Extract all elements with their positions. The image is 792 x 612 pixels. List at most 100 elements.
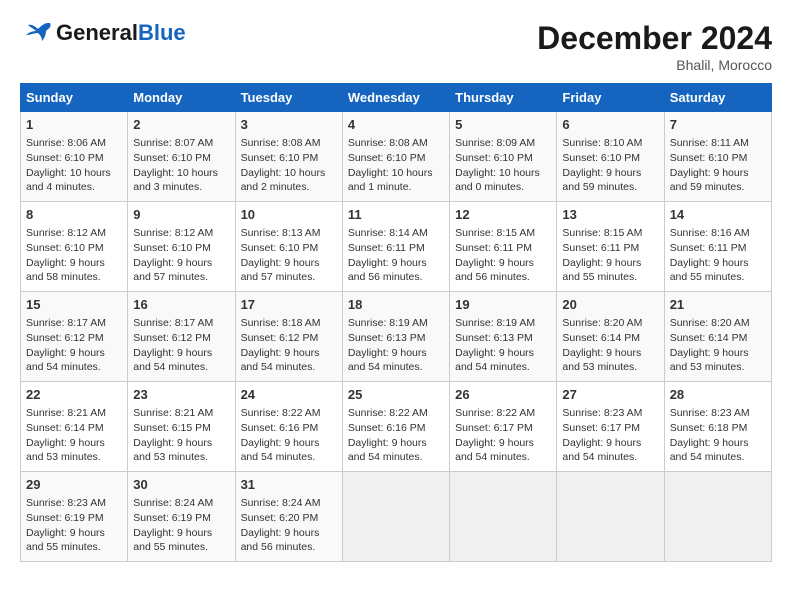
day-number: 27 (562, 386, 658, 404)
sunrise-text: Sunrise: 8:17 AM (26, 317, 106, 329)
table-row: 21Sunrise: 8:20 AMSunset: 6:14 PMDayligh… (664, 292, 771, 382)
sunrise-text: Sunrise: 8:13 AM (241, 227, 321, 239)
sunrise-text: Sunrise: 8:20 AM (562, 317, 642, 329)
day-number: 5 (455, 116, 551, 134)
sunset-text: Sunset: 6:13 PM (348, 332, 426, 344)
table-row: 3Sunrise: 8:08 AMSunset: 6:10 PMDaylight… (235, 112, 342, 202)
sunrise-text: Sunrise: 8:18 AM (241, 317, 321, 329)
day-number: 8 (26, 206, 122, 224)
title-section: December 2024 Bhalil, Morocco (537, 20, 772, 73)
table-row: 23Sunrise: 8:21 AMSunset: 6:15 PMDayligh… (128, 382, 235, 472)
table-row: 6Sunrise: 8:10 AMSunset: 6:10 PMDaylight… (557, 112, 664, 202)
sunset-text: Sunset: 6:10 PM (26, 242, 104, 254)
sunset-text: Sunset: 6:12 PM (133, 332, 211, 344)
sunset-text: Sunset: 6:10 PM (241, 242, 319, 254)
table-row: 20Sunrise: 8:20 AMSunset: 6:14 PMDayligh… (557, 292, 664, 382)
table-row (450, 472, 557, 562)
calendar-row: 22Sunrise: 8:21 AMSunset: 6:14 PMDayligh… (21, 382, 772, 472)
day-number: 4 (348, 116, 444, 134)
day-number: 10 (241, 206, 337, 224)
sunset-text: Sunset: 6:10 PM (455, 152, 533, 164)
sunrise-text: Sunrise: 8:10 AM (562, 137, 642, 149)
col-thursday: Thursday (450, 84, 557, 112)
day-number: 19 (455, 296, 551, 314)
daylight-text: Daylight: 9 hours and 54 minutes. (455, 437, 534, 464)
table-row (664, 472, 771, 562)
daylight-text: Daylight: 9 hours and 54 minutes. (133, 347, 212, 374)
sunset-text: Sunset: 6:15 PM (133, 422, 211, 434)
sunset-text: Sunset: 6:20 PM (241, 512, 319, 524)
day-number: 3 (241, 116, 337, 134)
daylight-text: Daylight: 9 hours and 55 minutes. (26, 527, 105, 554)
sunrise-text: Sunrise: 8:15 AM (562, 227, 642, 239)
daylight-text: Daylight: 9 hours and 53 minutes. (133, 437, 212, 464)
day-number: 30 (133, 476, 229, 494)
sunrise-text: Sunrise: 8:21 AM (26, 407, 106, 419)
table-row: 24Sunrise: 8:22 AMSunset: 6:16 PMDayligh… (235, 382, 342, 472)
sunset-text: Sunset: 6:16 PM (241, 422, 319, 434)
table-row: 2Sunrise: 8:07 AMSunset: 6:10 PMDaylight… (128, 112, 235, 202)
daylight-text: Daylight: 9 hours and 59 minutes. (670, 167, 749, 194)
day-number: 12 (455, 206, 551, 224)
day-number: 21 (670, 296, 766, 314)
sunrise-text: Sunrise: 8:23 AM (26, 497, 106, 509)
month-title: December 2024 (537, 20, 772, 57)
table-row: 1Sunrise: 8:06 AMSunset: 6:10 PMDaylight… (21, 112, 128, 202)
daylight-text: Daylight: 9 hours and 58 minutes. (26, 257, 105, 284)
daylight-text: Daylight: 9 hours and 54 minutes. (562, 437, 641, 464)
day-number: 17 (241, 296, 337, 314)
day-number: 20 (562, 296, 658, 314)
table-row: 28Sunrise: 8:23 AMSunset: 6:18 PMDayligh… (664, 382, 771, 472)
table-row: 30Sunrise: 8:24 AMSunset: 6:19 PMDayligh… (128, 472, 235, 562)
daylight-text: Daylight: 10 hours and 4 minutes. (26, 167, 111, 194)
sunset-text: Sunset: 6:11 PM (348, 242, 425, 254)
logo: GeneralBlue (20, 20, 186, 46)
col-monday: Monday (128, 84, 235, 112)
sunrise-text: Sunrise: 8:07 AM (133, 137, 213, 149)
day-number: 1 (26, 116, 122, 134)
sunrise-text: Sunrise: 8:22 AM (455, 407, 535, 419)
daylight-text: Daylight: 9 hours and 54 minutes. (241, 437, 320, 464)
sunset-text: Sunset: 6:14 PM (670, 332, 748, 344)
table-row: 31Sunrise: 8:24 AMSunset: 6:20 PMDayligh… (235, 472, 342, 562)
sunrise-text: Sunrise: 8:24 AM (241, 497, 321, 509)
daylight-text: Daylight: 10 hours and 0 minutes. (455, 167, 540, 194)
sunrise-text: Sunrise: 8:23 AM (670, 407, 750, 419)
sunset-text: Sunset: 6:10 PM (348, 152, 426, 164)
daylight-text: Daylight: 9 hours and 54 minutes. (241, 347, 320, 374)
sunset-text: Sunset: 6:16 PM (348, 422, 426, 434)
table-row: 29Sunrise: 8:23 AMSunset: 6:19 PMDayligh… (21, 472, 128, 562)
day-number: 6 (562, 116, 658, 134)
daylight-text: Daylight: 9 hours and 54 minutes. (348, 437, 427, 464)
logo-bird-icon (20, 21, 52, 45)
sunset-text: Sunset: 6:19 PM (26, 512, 104, 524)
sunset-text: Sunset: 6:17 PM (562, 422, 640, 434)
daylight-text: Daylight: 9 hours and 54 minutes. (348, 347, 427, 374)
sunset-text: Sunset: 6:17 PM (455, 422, 533, 434)
table-row: 15Sunrise: 8:17 AMSunset: 6:12 PMDayligh… (21, 292, 128, 382)
daylight-text: Daylight: 10 hours and 1 minute. (348, 167, 433, 194)
calendar-row: 1Sunrise: 8:06 AMSunset: 6:10 PMDaylight… (21, 112, 772, 202)
daylight-text: Daylight: 10 hours and 3 minutes. (133, 167, 218, 194)
day-number: 23 (133, 386, 229, 404)
col-tuesday: Tuesday (235, 84, 342, 112)
table-row: 27Sunrise: 8:23 AMSunset: 6:17 PMDayligh… (557, 382, 664, 472)
day-number: 28 (670, 386, 766, 404)
table-row: 4Sunrise: 8:08 AMSunset: 6:10 PMDaylight… (342, 112, 449, 202)
location-subtitle: Bhalil, Morocco (537, 57, 772, 73)
day-number: 11 (348, 206, 444, 224)
table-row: 13Sunrise: 8:15 AMSunset: 6:11 PMDayligh… (557, 202, 664, 292)
sunrise-text: Sunrise: 8:20 AM (670, 317, 750, 329)
table-row (557, 472, 664, 562)
sunrise-text: Sunrise: 8:12 AM (26, 227, 106, 239)
daylight-text: Daylight: 9 hours and 53 minutes. (26, 437, 105, 464)
daylight-text: Daylight: 9 hours and 59 minutes. (562, 167, 641, 194)
sunset-text: Sunset: 6:11 PM (562, 242, 639, 254)
sunrise-text: Sunrise: 8:17 AM (133, 317, 213, 329)
sunset-text: Sunset: 6:19 PM (133, 512, 211, 524)
sunrise-text: Sunrise: 8:22 AM (348, 407, 428, 419)
sunrise-text: Sunrise: 8:09 AM (455, 137, 535, 149)
day-number: 24 (241, 386, 337, 404)
day-number: 7 (670, 116, 766, 134)
sunset-text: Sunset: 6:11 PM (455, 242, 532, 254)
